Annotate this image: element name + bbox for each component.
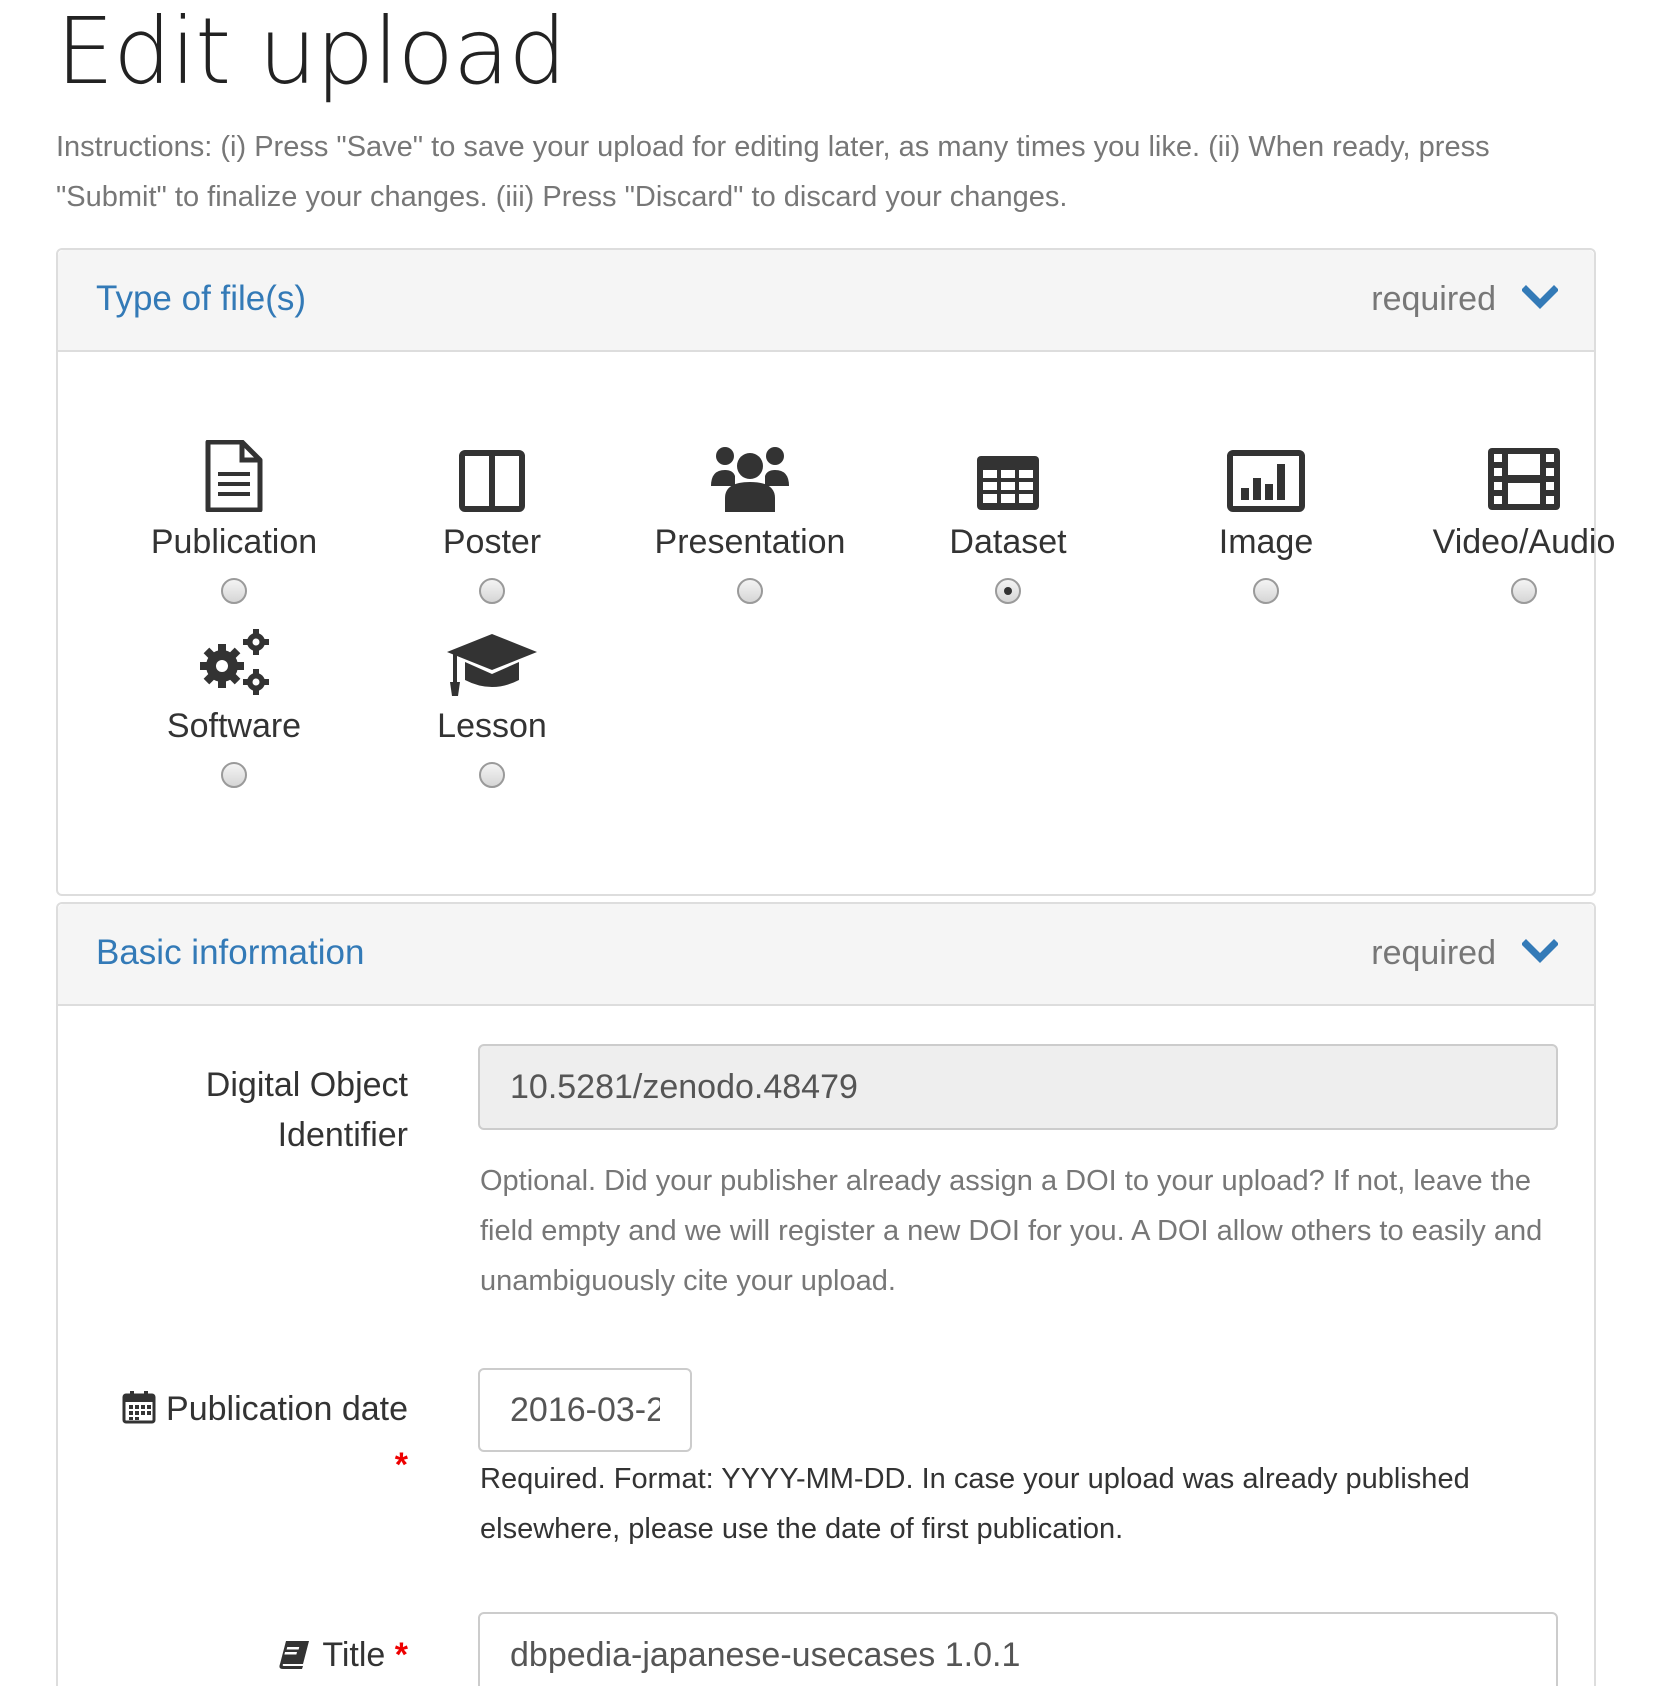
type-option-publication[interactable]: Publication (104, 436, 364, 604)
columns-icon (459, 450, 525, 512)
page-title: Edit upload (56, 0, 567, 105)
type-label: Software (166, 707, 302, 745)
doi-label: Digital Object Identifier (205, 1066, 408, 1154)
title-label-text: Title (322, 1636, 386, 1674)
type-label: Dataset (949, 523, 1067, 561)
graduation-cap-icon (447, 634, 537, 696)
group-icon (711, 447, 789, 512)
type-radio-publication[interactable] (221, 578, 247, 604)
type-label: Image (1218, 523, 1314, 561)
type-option-poster[interactable]: Poster (362, 436, 622, 604)
publication-date-help: Required. Format: YYYY-MM-DD. In case yo… (480, 1463, 1470, 1545)
type-of-files-panel: Type of file(s) required Publication Pos… (56, 248, 1615, 896)
type-label: Poster (442, 523, 542, 561)
film-icon (1488, 448, 1560, 510)
type-option-lesson[interactable]: Lesson (362, 620, 622, 788)
required-marker: * (394, 1636, 408, 1674)
type-option-presentation[interactable]: Presentation (620, 436, 880, 604)
type-label: Video/Audio (1432, 523, 1616, 561)
doi-help: Optional. Did your publisher already ass… (480, 1165, 1543, 1297)
type-label: Lesson (437, 707, 547, 745)
basic-panel-required: required (1371, 934, 1496, 972)
bar-chart-icon (1227, 450, 1305, 512)
file-text-icon (205, 440, 263, 512)
title-label: Title * (118, 1630, 408, 1680)
basic-panel-title[interactable]: Basic information (96, 930, 364, 976)
type-option-dataset[interactable]: Dataset (878, 436, 1138, 604)
doi-input[interactable] (478, 1044, 1558, 1130)
table-icon (977, 456, 1039, 510)
gears-icon (200, 629, 269, 695)
chevron-down-icon[interactable] (1522, 280, 1558, 316)
type-radio-dataset[interactable] (995, 578, 1021, 604)
type-label: Publication (150, 523, 318, 561)
publication-date-input[interactable] (478, 1368, 692, 1452)
type-option-software[interactable]: Software (104, 620, 364, 788)
basic-panel-heading[interactable]: Basic information required (58, 904, 1594, 1006)
type-panel-heading[interactable]: Type of file(s) required (58, 250, 1594, 352)
title-input[interactable] (478, 1612, 1558, 1686)
basic-information-panel: Basic information required Digital Objec… (56, 902, 1596, 1686)
type-option-video-audio[interactable]: Video/Audio (1394, 436, 1654, 604)
type-radio-poster[interactable] (479, 578, 505, 604)
book-icon (279, 1641, 310, 1669)
publication-date-label-text: Publication date (166, 1390, 408, 1428)
calendar-icon (122, 1391, 156, 1424)
type-radio-video-audio[interactable] (1511, 578, 1537, 604)
publication-date-label: Publication date (98, 1384, 408, 1434)
instructions-text: Instructions: (i) Press "Save" to save y… (56, 131, 1490, 213)
type-radio-lesson[interactable] (479, 762, 505, 788)
type-panel-title[interactable]: Type of file(s) (96, 276, 306, 322)
type-panel-required: required (1371, 280, 1496, 318)
type-option-image[interactable]: Image (1136, 436, 1396, 604)
edit-upload-page: Edit upload Instructions: (i) Press "Sav… (0, 0, 1678, 1686)
required-marker: * (394, 1446, 408, 1484)
chevron-down-icon[interactable] (1522, 934, 1558, 970)
type-label: Presentation (654, 523, 846, 561)
type-radio-presentation[interactable] (737, 578, 763, 604)
type-radio-software[interactable] (221, 762, 247, 788)
type-radio-image[interactable] (1253, 578, 1279, 604)
